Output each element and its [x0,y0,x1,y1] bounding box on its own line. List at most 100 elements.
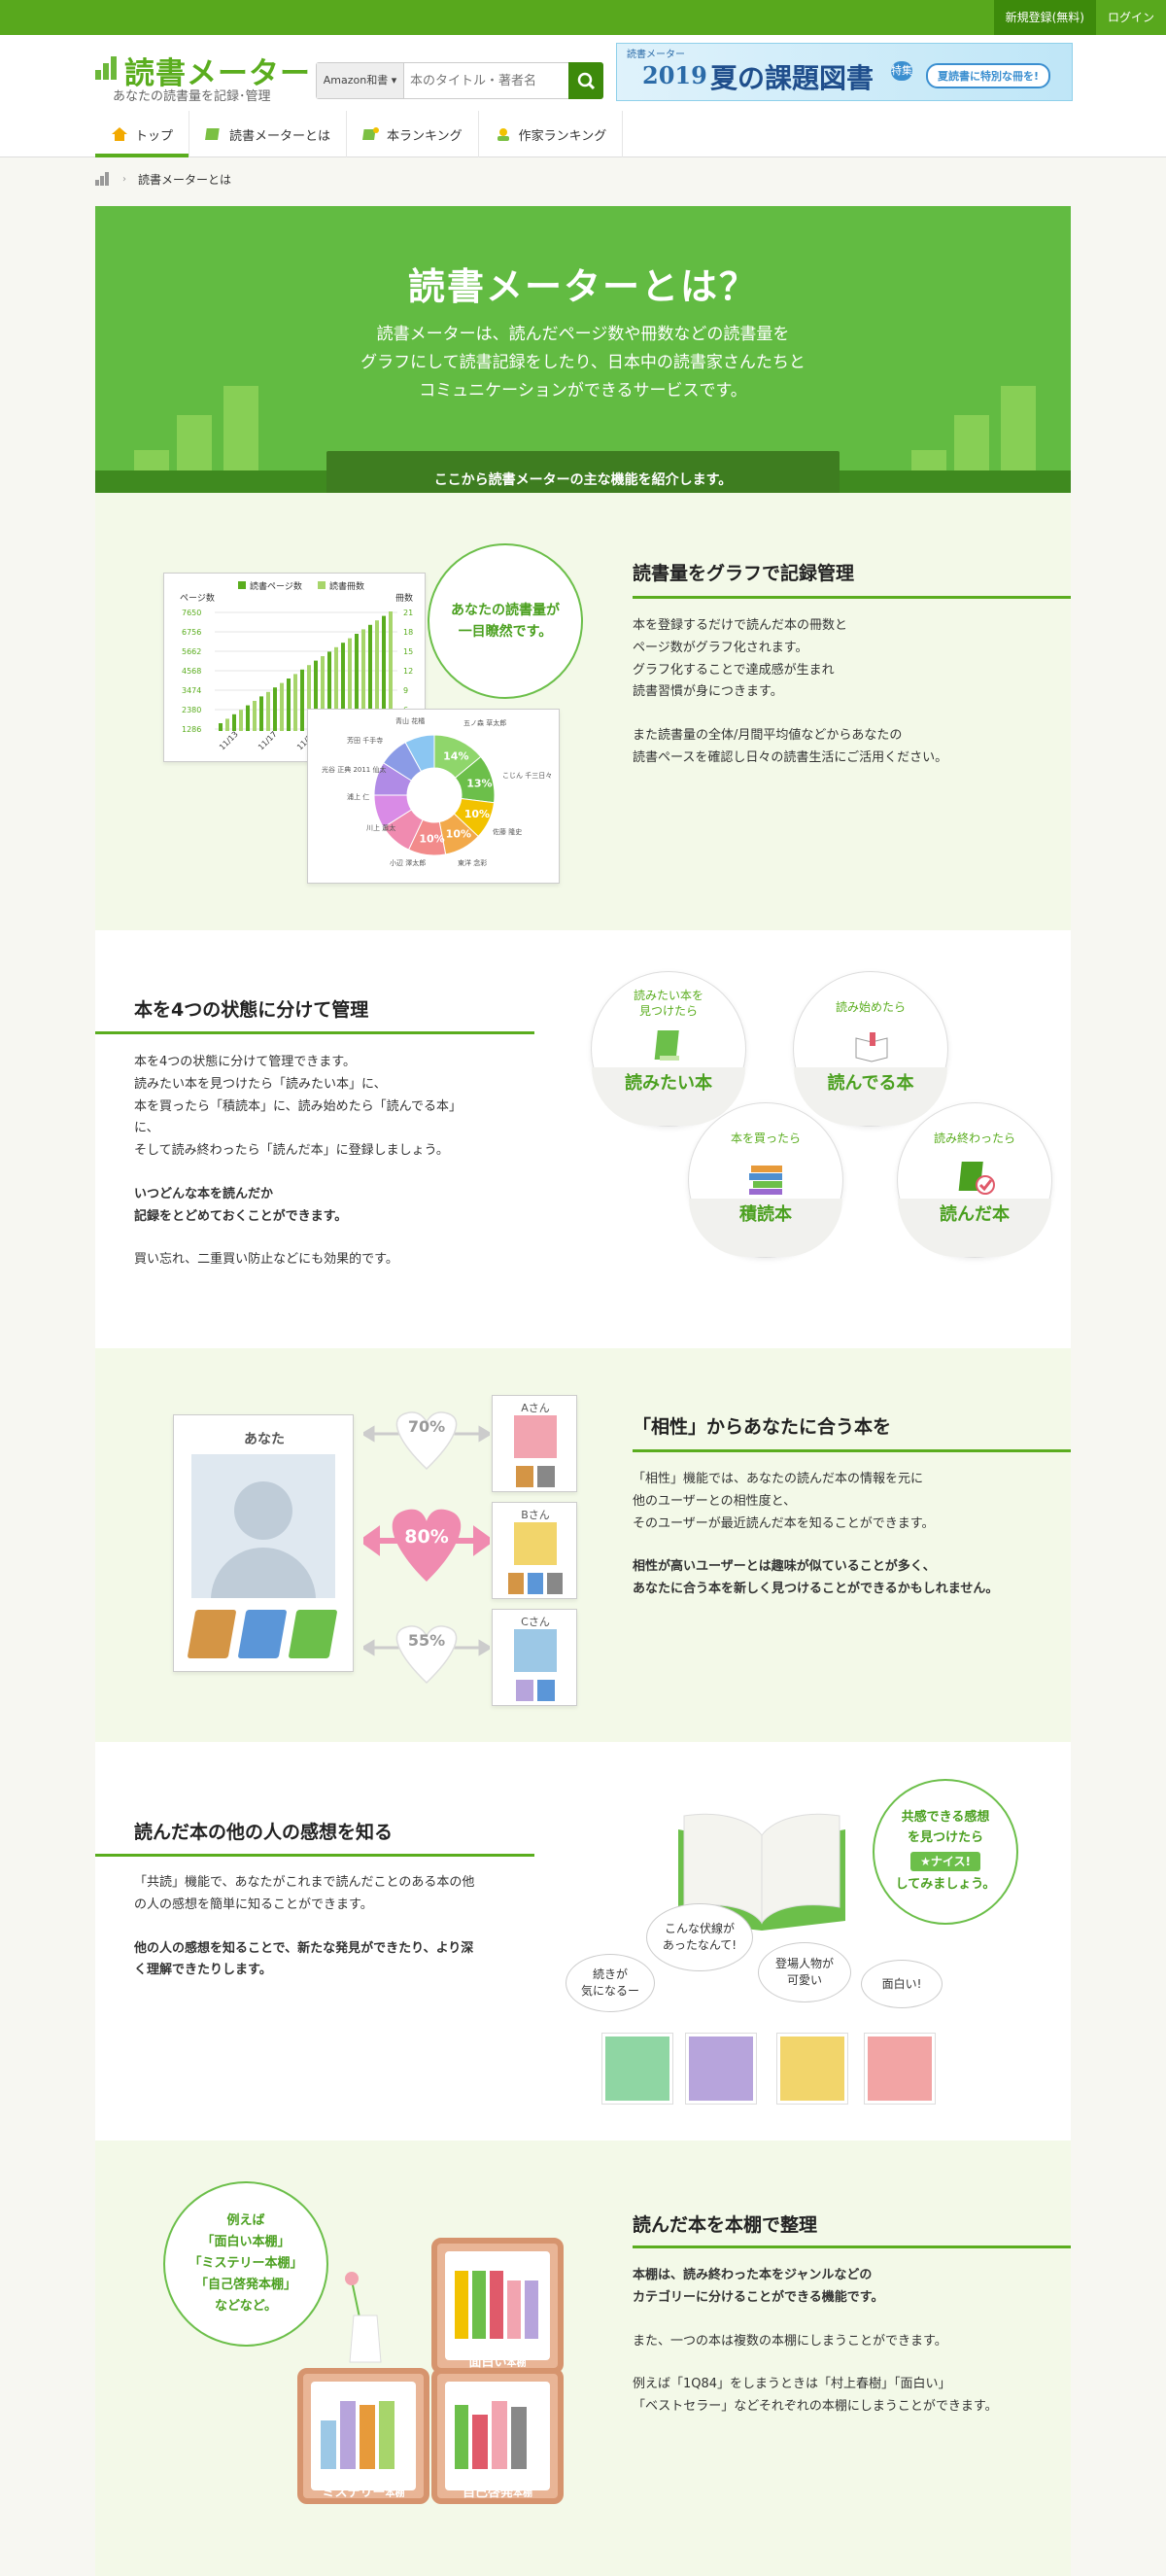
chart-bar [239,710,243,731]
chart-bar [266,691,270,731]
summer-feature-banner[interactable]: 読書メーター 2019 夏の課題図書 特集 夏読書に特別な冊を! [616,43,1073,101]
chart-bar [280,682,284,731]
svg-text:五ノ森 草太郎: 五ノ森 草太郎 [463,718,506,727]
green-book-icon [654,1030,679,1061]
comment-bubble: 登場人物が 可愛い [758,1942,851,2002]
x-tick: 11/17 [257,730,279,752]
nav-about[interactable]: 読書メーターとは [189,111,348,157]
svg-text:光谷 正典 2011 仙太: 光谷 正典 2011 仙太 [322,765,387,774]
chart-bar [273,687,277,731]
nav-top[interactable]: トップ [95,111,190,157]
book-stack-icon [749,1166,782,1195]
nice-badge[interactable]: ★ナイス! [910,1851,980,1872]
nav-book-ranking[interactable]: 本ランキング [347,111,479,157]
search-input[interactable] [410,69,566,92]
chart-bar [293,674,297,731]
section-graph: 読書ページ数 読書冊数 ページ数 冊数 7650 6756 5662 4568 3474… [95,493,1071,930]
y-tick-left: 5662 [182,647,201,656]
pie-chart-card: 14% 13% 10% 10% 10% 青山 花橘 五ノ森 草太郎 芳田 千手寺 光谷 正典… [307,709,560,884]
graph-bubble: あなたの読書量が 一目瞭然です。 [428,543,583,699]
author-icon [495,126,512,142]
shelf-bubble: 例えば 「面白い本棚」 「ミステリー本棚」 「自己啓発本棚」 などなど。 [163,2181,328,2347]
breadcrumb-home-icon[interactable] [95,172,111,186]
site-header: 読書メーター あなたの読書量を記録･管理 Amazon和書 ▾ 読書メーター 2… [0,35,1166,157]
y-tick-left: 7650 [182,609,201,617]
banner-title: 夏の課題図書 [710,62,874,94]
pie-label: 10% [419,833,444,846]
pie-label: 10% [464,808,490,820]
section-body: 「相性」機能では、あなたの読んだ本の情報を元に 他のユーザーとの相性度と、 そのユー… [633,1472,999,1596]
section-body: 本棚は、読み終わった本をジャンルなどの カテゴリーに分けることができる機能です。 … [633,2268,998,2414]
pie-label: 14% [443,749,468,762]
banner-pill: 夏読書に特別な冊を! [926,63,1051,88]
y-tick-left: 2380 [182,706,201,714]
y-tick-right: 15 [403,647,413,656]
page-title: 読書メーターとは？ [407,265,758,308]
state-stacked: 本を買ったら 積読本 [688,1102,843,1258]
state-reading: 読み始めたら 読んでる本 [793,971,948,1127]
main-nav: トップ 読書メーターとは 本ランキング 作家ランキング [95,111,624,157]
chart-bar [219,723,223,731]
chart-bar [246,705,250,731]
reader-face-green [602,2034,672,2104]
banner-small-label: 読書メーター [627,50,685,60]
section-states: 本を4つの状態に分けて管理 本を4つの状態に分けて管理できます。 読みたい本を見つ… [95,930,1071,1348]
you-label: あなた [244,1432,285,1447]
search-button[interactable] [568,62,603,99]
svg-text:佐藤 隆史: 佐藤 隆史 [493,827,522,836]
chart-bar [300,669,304,731]
ranking-book-icon [362,126,380,142]
nice-bubble: 共感できる感想 を見つけたら ★ナイス! してみましょう。 [873,1779,1018,1925]
x-tick: 11/13 [218,730,240,752]
book-icon [205,126,223,142]
register-link[interactable]: 新規登録(無料) [993,0,1096,35]
reader-face-pink [865,2034,935,2104]
section-compat: あなた 70% 80% 55% Aさん Bさん Cさん 「相性」からあなたに合う… [95,1348,1071,1742]
avatar [191,1454,335,1598]
home-icon [111,126,128,142]
legend-pages: 読書ページ数 [250,580,302,592]
section-title: 本を4つの状態に分けて管理 [134,999,369,1021]
hero: 読書メーターとは？ 読書メーターは、読んだページ数や冊数などの読書量を グラフにし… [95,206,1071,493]
breadcrumb: › 読書メーターとは [95,163,231,194]
y-tick-right: 9 [403,686,408,695]
top-bar: 新規登録(無料) ログイン [0,0,1166,35]
user-a-card: Aさん [492,1395,577,1492]
shelf-label: 自己啓発本棚 [462,2486,532,2500]
user-c-card: Cさん [492,1609,577,1706]
search-scope-select[interactable]: Amazon和書 ▾ [317,63,404,98]
breadcrumb-separator: › [122,173,126,185]
y-tick-right: 21 [403,609,413,617]
checked-book-icon [958,1162,995,1195]
comment-bubble: 続きが 気になるー [566,1954,655,2012]
login-link[interactable]: ログイン [1096,0,1166,35]
svg-text:川上 蕭太: 川上 蕭太 [366,823,395,832]
reader-face-purple [686,2034,756,2104]
banner-year: 2019 [642,61,707,89]
match-connectors [363,1411,490,1685]
section-title: 読んだ本の他の人の感想を知る [134,1822,394,1843]
you-card: あなた [173,1414,354,1672]
comment-bubble: こんな伏線が あったなんて! [646,1903,753,1971]
svg-text:こじん 千三日々: こじん 千三日々 [502,771,552,780]
nav-author-ranking[interactable]: 作家ランキング [479,111,624,157]
svg-text:東洋 念彩: 東洋 念彩 [458,858,487,867]
y-tick-left: 6756 [182,628,201,637]
open-book-icon [855,1032,888,1062]
match-a-percent: 70% [407,1417,446,1436]
shelf-mystery: ミステリー本棚 [297,2368,429,2504]
svg-text:ページ数: ページ数 [180,592,215,604]
reader-face-yellow [777,2034,847,2104]
svg-text:芳田 千手寺: 芳田 千手寺 [347,736,383,745]
y-tick-left: 4568 [182,667,201,676]
svg-text:冊数: 冊数 [395,592,413,604]
section-title: 読んだ本を本棚で整理 [633,2214,818,2236]
section-body: 「共読」機能で、あなたがこれまで読んだことのある本の他 の人の感想を簡単に知ること… [134,1875,475,1978]
legend-books: 読書冊数 [329,580,364,592]
svg-text:浦上 仁: 浦上 仁 [347,792,369,801]
section-title: 読書量をグラフで記録管理 [633,563,855,584]
intro-label: ここから読書メーターの主な機能を紹介します。 [326,451,840,493]
y-tick-left: 3474 [182,686,201,695]
section-body: 本を登録するだけで読んだ本の冊数と ページ数がグラフ化されます。 グラフ化することで… [633,618,948,765]
y-tick-right: 12 [403,667,413,676]
